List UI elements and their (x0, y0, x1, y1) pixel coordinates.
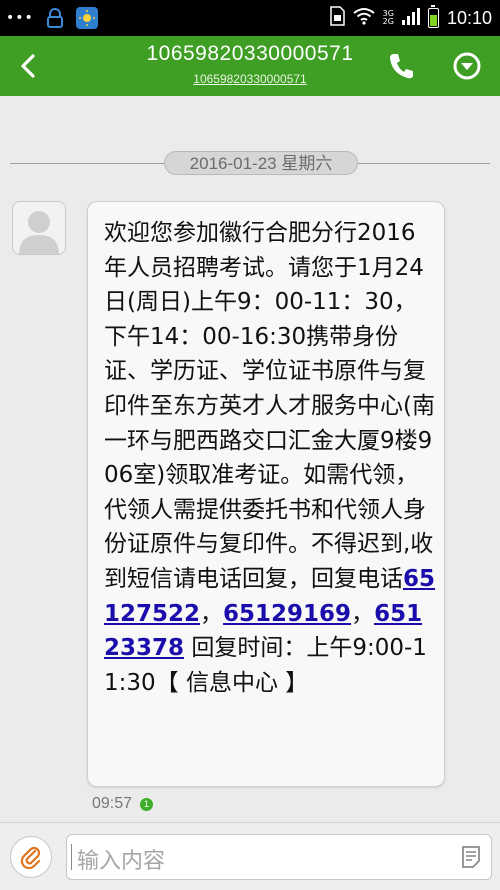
phone-icon (390, 54, 413, 79)
conversation-header: 10659820330000571 10659820330000571 (0, 36, 500, 96)
date-label: 2016-01-23 星期六 (164, 151, 358, 175)
attach-button[interactable] (10, 836, 52, 878)
message-bubble[interactable]: 欢迎您参加徽行合肥分行2016年人员招聘考试。请您于1月24日(周日)上午9：0… (87, 201, 445, 787)
back-icon (21, 54, 35, 78)
message-input[interactable]: 输入内容 (66, 834, 492, 880)
dropdown-menu-icon (453, 52, 481, 80)
more-notifications-icon: ••• (6, 10, 34, 26)
sim-icon (329, 6, 345, 30)
back-button[interactable] (10, 46, 46, 86)
contact-number-link[interactable]: 10659820330000571 (110, 72, 390, 86)
status-bar: ••• 3G 2G 10:10 (0, 0, 500, 36)
message-text: 欢迎您参加徽行合肥分行2016年人员招聘考试。请您于1月24日(周日)上午9：0… (104, 220, 436, 696)
menu-button[interactable] (450, 48, 484, 84)
weather-icon (75, 7, 98, 29)
message-timestamp: 09:57 1 (92, 795, 154, 813)
default-avatar-icon (19, 211, 59, 254)
signal-bars-icon (401, 7, 420, 29)
contact-title: 10659820330000571 (146, 42, 354, 65)
wifi-icon (353, 7, 375, 29)
text-cursor (71, 844, 72, 870)
network-signal: 3G 2G (382, 9, 394, 26)
phone-link-2[interactable]: 65129169 (223, 601, 351, 627)
date-separator: 2016-01-23 星期六 (10, 150, 490, 176)
battery-icon (427, 5, 439, 28)
template-icon[interactable] (461, 845, 483, 869)
clock: 10:10 (446, 7, 492, 28)
avatar[interactable] (12, 201, 66, 255)
sim-slot-badge: 1 (140, 797, 154, 811)
message-input-placeholder: 输入内容 (77, 849, 166, 874)
paperclip-icon (20, 846, 41, 869)
call-button[interactable] (384, 48, 418, 84)
composer-bar: 输入内容 (0, 822, 500, 890)
lock-icon (44, 7, 66, 29)
